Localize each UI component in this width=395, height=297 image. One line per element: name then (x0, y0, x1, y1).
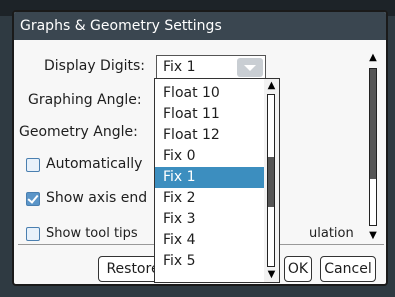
geometry-angle-label: Geometry Angle: (19, 124, 138, 140)
dropdown-scrollbar-track[interactable] (267, 94, 275, 267)
auto-label: Automatically (46, 156, 143, 172)
dropdown-item-selected[interactable]: Fix 1 (155, 167, 264, 188)
dropdown-item[interactable]: Fix 3 (155, 209, 264, 230)
dialog-title: Graphs & Geometry Settings (14, 12, 386, 40)
show-tool-tips-checkbox[interactable] (26, 227, 40, 241)
cancel-button[interactable]: Cancel (320, 256, 376, 282)
auto-checkbox[interactable] (26, 158, 40, 172)
display-digits-label: Display Digits: (44, 58, 146, 74)
scroll-up-icon[interactable]: ▲ (265, 80, 278, 92)
dropdown-scrollbar-thumb[interactable] (268, 157, 274, 207)
dropdown-item[interactable]: Float 12 (155, 125, 264, 146)
dropdown-item[interactable]: Float 10 (155, 83, 264, 104)
scroll-up-icon[interactable]: ▲ (366, 52, 380, 64)
dropdown-item[interactable]: Fix 4 (155, 230, 264, 251)
scroll-down-icon[interactable]: ▼ (366, 230, 380, 242)
dropdown-item[interactable]: Fix 5 (155, 251, 264, 272)
dropdown-scrollbar[interactable]: ▲ ▼ (264, 79, 279, 282)
show-axis-checkbox[interactable] (26, 192, 40, 206)
dropdown-item[interactable]: Fix 2 (155, 188, 264, 209)
show-axis-label: Show axis end (46, 190, 148, 206)
chevron-down-icon[interactable] (237, 58, 263, 77)
scroll-down-icon[interactable]: ▼ (265, 269, 278, 281)
display-digits-value: Fix 1 (163, 59, 196, 75)
display-digits-select[interactable]: Fix 1 (156, 55, 266, 80)
scrollbar-track[interactable] (369, 68, 377, 226)
dropdown-item[interactable]: Float 11 (155, 104, 264, 125)
dialog-scrollbar[interactable]: ▲ ▼ (366, 52, 380, 242)
dropdown-item[interactable]: Fix 0 (155, 146, 264, 167)
show-tool-tips-label: Show tool tips (46, 226, 138, 241)
scrollbar-thumb[interactable] (370, 69, 376, 179)
graphing-angle-label: Graphing Angle: (28, 92, 142, 108)
ok-button[interactable]: OK (284, 256, 312, 282)
tool-tips-suffix-label: ulation (309, 226, 354, 241)
display-digits-dropdown[interactable]: Float 10 Float 11 Float 12 Fix 0 Fix 1 F… (154, 78, 280, 283)
